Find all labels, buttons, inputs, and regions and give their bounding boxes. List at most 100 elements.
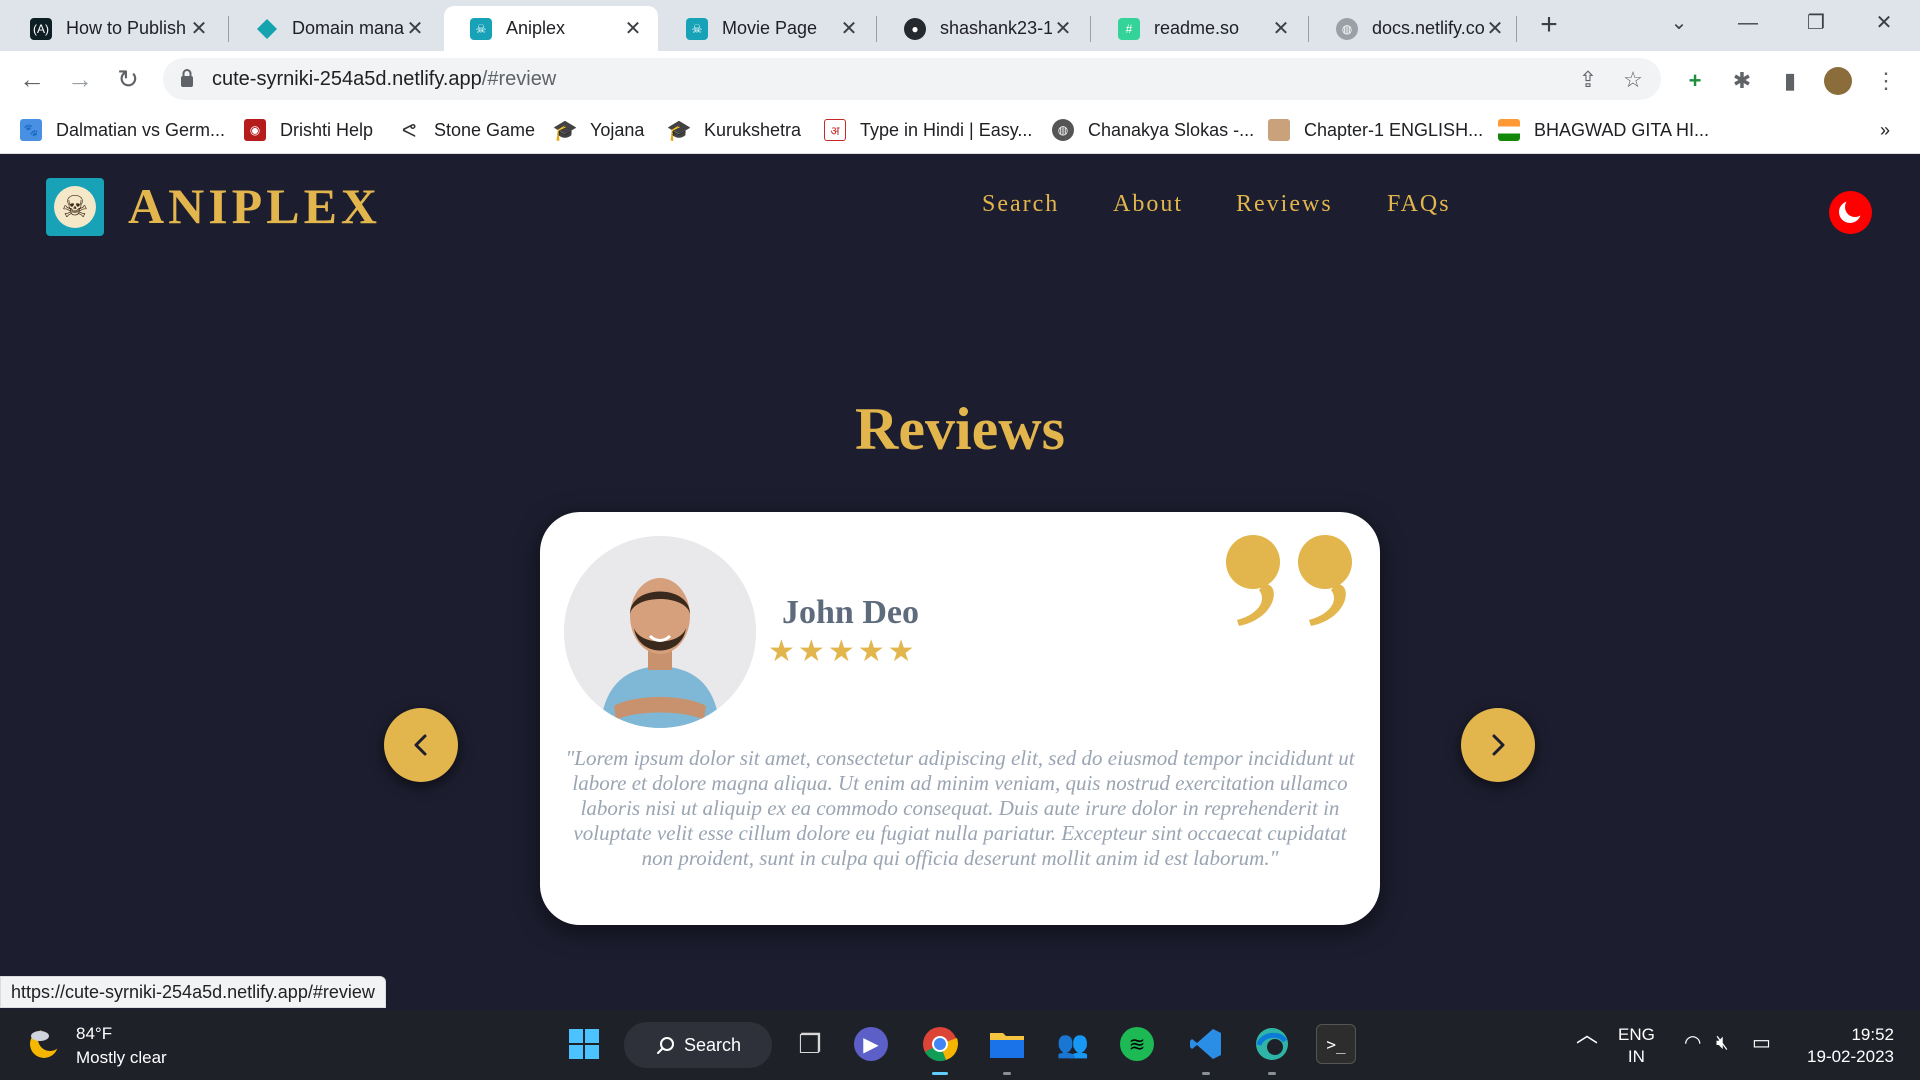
- language-indicator[interactable]: ENG IN: [1618, 1024, 1655, 1068]
- new-tab-icon[interactable]: +: [1534, 8, 1564, 42]
- tab-movie-page[interactable]: ☠ Movie Page ✕: [660, 6, 874, 51]
- bookmark-kurukshetra[interactable]: 🎓 Kurukshetra: [667, 117, 802, 143]
- quote-mark-icon: [1226, 535, 1352, 626]
- edge-icon[interactable]: [1252, 1024, 1292, 1075]
- prev-review-button[interactable]: [384, 708, 458, 782]
- moon-icon: [1839, 197, 1865, 223]
- tab-github[interactable]: ● shashank23-1C ✕: [878, 6, 1088, 51]
- diamond-icon: [256, 18, 278, 40]
- bookmark-star-icon[interactable]: ☆: [1619, 66, 1647, 94]
- tab-title: Aniplex: [506, 18, 566, 38]
- minimize-icon[interactable]: —: [1728, 8, 1768, 38]
- chrome-icon[interactable]: [920, 1024, 960, 1075]
- nav-search[interactable]: Search: [982, 191, 1059, 218]
- tab-domain-management[interactable]: Domain manag ✕: [230, 6, 440, 51]
- bookmark-label: Kurukshetra: [704, 119, 802, 140]
- globe-icon: ◍: [1052, 119, 1074, 141]
- close-icon[interactable]: ✕: [1270, 16, 1292, 41]
- battery-charging-icon[interactable]: ▭: [1752, 1032, 1771, 1054]
- bookmark-bhagwad-gita[interactable]: BHAGWAD GITA HI...: [1498, 117, 1709, 143]
- chevron-right-icon: [1492, 734, 1505, 756]
- bookmark-label: Drishti Help: [280, 119, 374, 140]
- browser-toolbar: ← → ↻ cute-syrniki-254a5d.netlify.app/#r…: [0, 51, 1920, 106]
- lock-icon: [181, 69, 193, 87]
- skull-film-logo-icon[interactable]: ☠: [46, 178, 104, 236]
- github-icon: ●: [904, 17, 926, 40]
- bookmark-chanakya[interactable]: ◍ Chanakya Slokas -...: [1052, 117, 1254, 143]
- menu-kebab-icon[interactable]: ⋮: [1872, 67, 1900, 95]
- bookmark-label: Chapter-1 ENGLISH...: [1304, 119, 1484, 140]
- file-explorer-icon[interactable]: [987, 1024, 1027, 1075]
- clock[interactable]: 19:52 19-02-2023: [1796, 1024, 1894, 1068]
- close-icon[interactable]: ✕: [838, 16, 860, 41]
- teams-icon[interactable]: 👥: [1053, 1024, 1093, 1064]
- bookmark-chapter-1[interactable]: Chapter-1 ENGLISH...: [1268, 117, 1483, 143]
- tab-search-chevron-icon[interactable]: ⌄: [1659, 8, 1699, 38]
- reload-icon[interactable]: ↻: [110, 61, 146, 97]
- graduation-cap-icon: 🎓: [552, 119, 578, 142]
- close-icon[interactable]: ✕: [1484, 16, 1506, 41]
- close-icon[interactable]: ✕: [1052, 16, 1074, 41]
- spotify-icon[interactable]: ≋: [1120, 1027, 1154, 1061]
- address-path: /#review: [481, 68, 557, 90]
- forward-arrow-icon[interactable]: →: [62, 61, 98, 97]
- close-icon[interactable]: ✕: [404, 16, 426, 41]
- wifi-icon[interactable]: ◠: [1684, 1032, 1701, 1054]
- star-icon: ★: [827, 635, 855, 668]
- paw-icon: 🐾: [20, 119, 42, 141]
- star-icon: ★: [857, 635, 885, 668]
- windows-start-icon[interactable]: [564, 1024, 604, 1064]
- side-panel-icon[interactable]: ▮: [1776, 67, 1804, 95]
- skull-film-icon: ☠: [470, 17, 492, 40]
- back-arrow-icon[interactable]: ←: [14, 61, 50, 97]
- vscode-icon[interactable]: [1186, 1024, 1226, 1075]
- bookmark-label: Chanakya Slokas -...: [1088, 119, 1255, 140]
- brand-name[interactable]: ANIPLEX: [128, 177, 381, 235]
- taskbar-search-button[interactable]: Search: [624, 1022, 772, 1068]
- bookmark-yojana[interactable]: 🎓 Yojana: [552, 117, 645, 143]
- bookmark-drishti[interactable]: ◉ Drishti Help: [244, 117, 373, 143]
- clock-time: 19:52: [1851, 1025, 1894, 1044]
- close-icon[interactable]: ✕: [188, 16, 210, 41]
- restore-icon[interactable]: ❐: [1796, 8, 1836, 38]
- extension-plus-icon[interactable]: +: [1681, 67, 1709, 95]
- nav-reviews[interactable]: Reviews: [1236, 191, 1333, 218]
- tab-how-to-publish[interactable]: (A) How to Publish ✕: [4, 6, 224, 51]
- region-code: IN: [1627, 1047, 1645, 1066]
- close-icon[interactable]: ✕: [622, 16, 644, 41]
- bookmark-stone-game[interactable]: ᕙ Stone Game: [398, 117, 535, 143]
- book-cover-icon: [1268, 119, 1290, 141]
- address-bar[interactable]: cute-syrniki-254a5d.netlify.app/#review …: [163, 58, 1661, 100]
- bookmarks-overflow-icon[interactable]: »: [1880, 117, 1890, 143]
- terminal-icon[interactable]: >_: [1316, 1024, 1356, 1064]
- theme-toggle-button[interactable]: [1829, 191, 1872, 234]
- review-text: "Lorem ipsum dolor sit amet, consectetur…: [565, 746, 1355, 870]
- hindi-letter-icon: अ: [824, 119, 846, 141]
- share-icon[interactable]: ⇪: [1574, 66, 1602, 94]
- weather-temperature[interactable]: 84°F: [76, 1024, 112, 1044]
- bookmark-type-in-hindi[interactable]: अ Type in Hindi | Easy...: [824, 117, 1032, 143]
- hash-icon: #: [1118, 17, 1140, 40]
- drishti-icon: ◉: [244, 119, 266, 141]
- extensions-puzzle-icon[interactable]: ✱: [1728, 67, 1756, 95]
- profile-avatar[interactable]: [1824, 67, 1852, 95]
- tab-readme-so[interactable]: # readme.so ✕: [1092, 6, 1306, 51]
- next-review-button[interactable]: [1461, 708, 1535, 782]
- nav-faqs[interactable]: FAQs: [1387, 191, 1451, 218]
- bookmark-dalmatian[interactable]: 🐾 Dalmatian vs Germ...: [20, 117, 225, 143]
- tab-aniplex[interactable]: ☠ Aniplex ✕: [444, 6, 658, 51]
- browser-tab-strip: (A) How to Publish ✕ Domain manag ✕ ☠ An…: [0, 0, 1920, 51]
- nav-about[interactable]: About: [1113, 191, 1183, 218]
- close-window-icon[interactable]: ✕: [1864, 8, 1904, 38]
- bookmarks-bar: 🐾 Dalmatian vs Germ... ◉ Drishti Help ᕙ …: [0, 106, 1920, 154]
- taskbar-search-label: Search: [684, 1034, 742, 1055]
- moon-cloud-weather-icon[interactable]: [28, 1026, 64, 1062]
- weather-description[interactable]: Mostly clear: [76, 1048, 167, 1068]
- star-icon: ★: [887, 635, 915, 668]
- show-hidden-icons-chevron-icon[interactable]: ︿: [1576, 1024, 1598, 1046]
- tab-title: Domain manag: [292, 18, 404, 38]
- speaker-muted-icon[interactable]: 🔇︎: [1716, 1032, 1729, 1054]
- teams-chat-icon[interactable]: ▶: [854, 1027, 888, 1061]
- tab-netlify-docs[interactable]: ◍ docs.netlify.cor ✕: [1310, 6, 1520, 51]
- task-view-icon[interactable]: ❐: [790, 1024, 830, 1064]
